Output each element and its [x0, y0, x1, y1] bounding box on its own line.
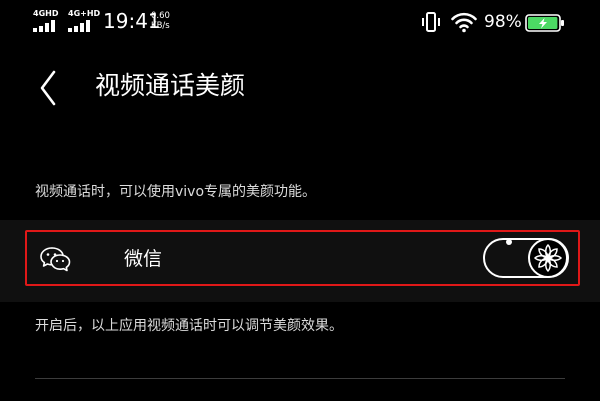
- sim1-network-type: 4GHD: [33, 9, 59, 18]
- signal-bars-icon: [33, 20, 59, 32]
- signal-bars-icon: [68, 20, 94, 32]
- network-speed-value: 0.60: [151, 11, 170, 21]
- sim2-signal: 4G+HD: [68, 10, 100, 32]
- app-label-wechat: 微信: [124, 248, 163, 270]
- status-bar: 4GHD 4G+HD 19:41 0.60 KB/s 98%: [0, 0, 600, 44]
- battery-icon: [525, 14, 564, 32]
- beauty-toggle-wechat[interactable]: [482, 234, 570, 282]
- feature-description: 视频通话时，可以使用vivo专属的美颜功能。: [35, 184, 317, 200]
- divider: [35, 378, 565, 379]
- sim1-signal: 4GHD: [33, 10, 61, 32]
- wechat-icon: [40, 247, 71, 272]
- back-button[interactable]: [30, 66, 70, 110]
- network-speed: 0.60 KB/s: [151, 11, 170, 31]
- chevron-left-icon: [40, 70, 56, 106]
- wifi-icon: [451, 12, 477, 33]
- sim2-network-type: 4G+HD: [68, 9, 101, 18]
- toggle-knob-icon: [528, 238, 568, 278]
- vibrate-icon: [422, 12, 440, 32]
- page-title: 视频通话美颜: [95, 71, 246, 100]
- footnote: 开启后，以上应用视频通话时可以调节美颜效果。: [35, 318, 343, 334]
- network-speed-unit: KB/s: [151, 21, 170, 31]
- battery-percent: 98%: [484, 12, 522, 32]
